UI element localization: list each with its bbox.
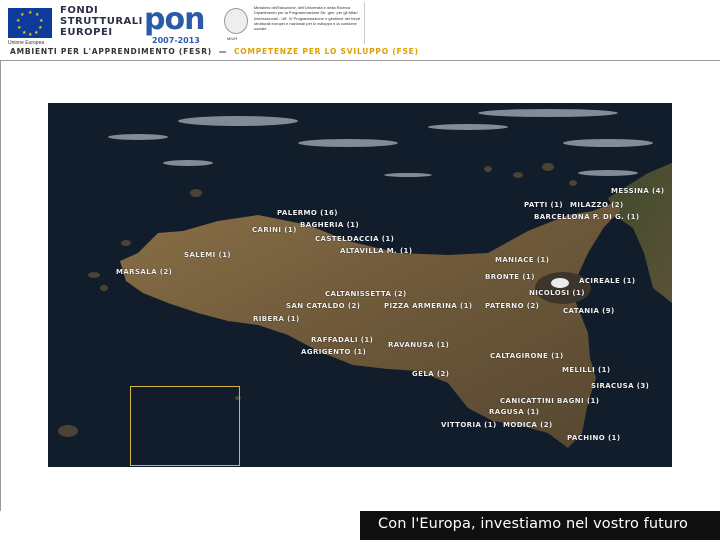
label-milazzo: MILAZZO (2) <box>570 201 624 209</box>
tagline-fesr: AMBIENTI PER L'APPRENDIMENTO (FESR) <box>10 47 213 56</box>
eu-caption: Unione Europea <box>8 40 45 46</box>
inset-frame <box>130 386 240 466</box>
label-bronte: BRONTE (1) <box>485 273 535 281</box>
label-ragusa: RAGUSA (1) <box>489 408 540 416</box>
etna-snowcap <box>551 278 569 288</box>
label-barcellona: BARCELLONA P. DI G. (1) <box>534 213 640 221</box>
label-caltagirone: CALTAGIRONE (1) <box>490 352 564 360</box>
label-siracusa: SIRACUSA (3) <box>591 382 650 390</box>
label-pachino: PACHINO (1) <box>567 434 621 442</box>
pantelleria-island <box>58 425 78 437</box>
label-vittoria: VITTORIA (1) <box>441 421 497 429</box>
label-nicolosi: NICOLOSI (1) <box>529 289 585 297</box>
fondi-line-2: STRUTTURALI <box>60 16 143 27</box>
eu-flag-icon: ★ ★ ★ ★ ★ ★ ★ ★ ★ ★ <box>8 8 52 38</box>
label-ribera: RIBERA (1) <box>253 315 300 323</box>
pon-logo: pon 2007-2013 <box>144 2 212 45</box>
ministry-caption: MIUR <box>227 36 238 41</box>
label-paterno: PATERNO (2) <box>485 302 540 310</box>
label-carini: CARINI (1) <box>252 226 297 234</box>
label-patti: PATTI (1) <box>524 201 563 209</box>
italian-emblem-icon <box>224 8 248 34</box>
cloud-patches <box>108 109 653 177</box>
label-casteldaccia: CASTELDACCIA (1) <box>315 235 395 243</box>
pon-tagline: AMBIENTI PER L'APPRENDIMENTO (FESR) — CO… <box>10 47 419 56</box>
footer-slogan: Con l'Europa, investiamo nel vostro futu… <box>378 516 688 532</box>
label-bagheria: BAGHERIA (1) <box>300 221 360 229</box>
label-salemi: SALEMI (1) <box>184 251 231 259</box>
aeolian-islands <box>484 163 577 186</box>
label-raffadali: RAFFADALI (1) <box>311 336 374 344</box>
label-acireale: ACIREALE (1) <box>579 277 636 285</box>
label-modica: MODICA (2) <box>503 421 553 429</box>
pon-logo-text: pon <box>144 2 205 37</box>
left-rule <box>0 61 1 511</box>
label-messina: MESSINA (4) <box>611 187 665 195</box>
label-catania: CATANIA (9) <box>563 307 615 315</box>
tagline-fse: COMPETENZE PER LO SVILUPPO (FSE) <box>233 47 419 56</box>
page-header: ★ ★ ★ ★ ★ ★ ★ ★ ★ ★ Unione Europea FONDI… <box>0 0 720 62</box>
fondi-line-3: EUROPEI <box>60 27 113 38</box>
fondi-strutturali-logo: FONDI STRUTTURALI EUROPEI <box>60 5 143 38</box>
label-melilli: MELILLI (1) <box>562 366 611 374</box>
footer-banner: Con l'Europa, investiamo nel vostro futu… <box>360 511 720 540</box>
header-rule <box>0 60 720 61</box>
label-piazza: PIZZA ARMERINA (1) <box>384 302 473 310</box>
pon-years: 2007-2013 <box>152 36 200 45</box>
label-maniace: MANIACE (1) <box>495 256 550 264</box>
label-ravanusa: RAVANUSA (1) <box>388 341 450 349</box>
label-palermo: PALERMO (16) <box>277 209 338 217</box>
header-separator <box>364 2 365 44</box>
label-altavilla: ALTAVILLA M. (1) <box>340 247 413 255</box>
label-marsala: MARSALA (2) <box>116 268 173 276</box>
sicily-satellite-map: MESSINA (4) PATTI (1) MILAZZO (2) BARCEL… <box>48 103 672 467</box>
fondi-line-1: FONDI <box>60 5 99 16</box>
label-gela: GELA (2) <box>412 370 450 378</box>
label-caltanissetta: CALTANISSETTA (2) <box>325 290 407 298</box>
label-canicattini: CANICATTINI BAGNI (1) <box>500 397 600 405</box>
tagline-dash: — <box>218 47 228 56</box>
ministry-text: Ministero dell'Istruzione, dell'Universi… <box>254 5 360 32</box>
label-agrigento: AGRIGENTO (1) <box>301 348 367 356</box>
ustica-island <box>190 189 202 197</box>
label-sancataldo: SAN CATALDO (2) <box>286 302 361 310</box>
